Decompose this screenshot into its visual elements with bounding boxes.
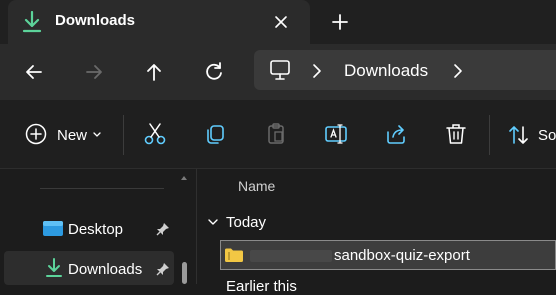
monitor-icon[interactable] <box>267 57 293 83</box>
sort-button[interactable]: So <box>538 127 556 144</box>
new-button[interactable]: New <box>57 127 87 144</box>
tab-title: Downloads <box>55 12 136 29</box>
plus-icon[interactable] <box>327 9 353 35</box>
command-separator <box>123 115 124 155</box>
command-separator <box>489 115 490 155</box>
refresh-icon[interactable] <box>199 57 229 87</box>
chevron-right-icon[interactable] <box>309 62 325 80</box>
rename-icon[interactable] <box>322 120 350 148</box>
download-icon <box>46 258 62 277</box>
group-header-earlier[interactable]: Earlier this <box>226 278 297 295</box>
chevron-down-icon[interactable] <box>207 217 219 227</box>
arrow-up-icon[interactable] <box>139 57 169 87</box>
arrow-left-icon[interactable] <box>19 57 49 87</box>
pin-icon[interactable] <box>155 261 171 277</box>
sidebar-item-label: Downloads <box>68 261 143 278</box>
scroll-up-icon[interactable] <box>180 174 188 182</box>
zip-folder-icon <box>225 248 243 262</box>
redacted-text <box>250 250 332 262</box>
download-icon <box>22 11 42 33</box>
cut-icon[interactable] <box>141 120 169 148</box>
column-header-name[interactable]: Name <box>238 178 275 194</box>
sidebar-divider <box>40 188 164 189</box>
delete-icon[interactable] <box>442 120 470 148</box>
group-header-today[interactable]: Today <box>226 214 266 231</box>
sort-icon[interactable] <box>507 123 531 147</box>
chevron-down-icon[interactable] <box>92 131 102 139</box>
share-icon[interactable] <box>382 120 410 148</box>
tab-downloads[interactable] <box>8 0 310 44</box>
scrollbar-thumb[interactable] <box>182 262 187 284</box>
paste-icon <box>268 123 284 144</box>
copy-icon[interactable] <box>201 120 229 148</box>
close-icon[interactable] <box>268 9 294 35</box>
desktop-folder-icon <box>43 221 63 236</box>
chevron-right-icon[interactable] <box>450 62 466 80</box>
pin-icon[interactable] <box>155 221 171 237</box>
arrow-right-icon[interactable] <box>79 57 109 87</box>
sidebar-item-label: Desktop <box>68 221 124 238</box>
file-name: sandbox-quiz-export <box>334 247 470 264</box>
breadcrumb-downloads[interactable]: Downloads <box>344 61 428 81</box>
new-plus-icon[interactable] <box>24 122 48 146</box>
